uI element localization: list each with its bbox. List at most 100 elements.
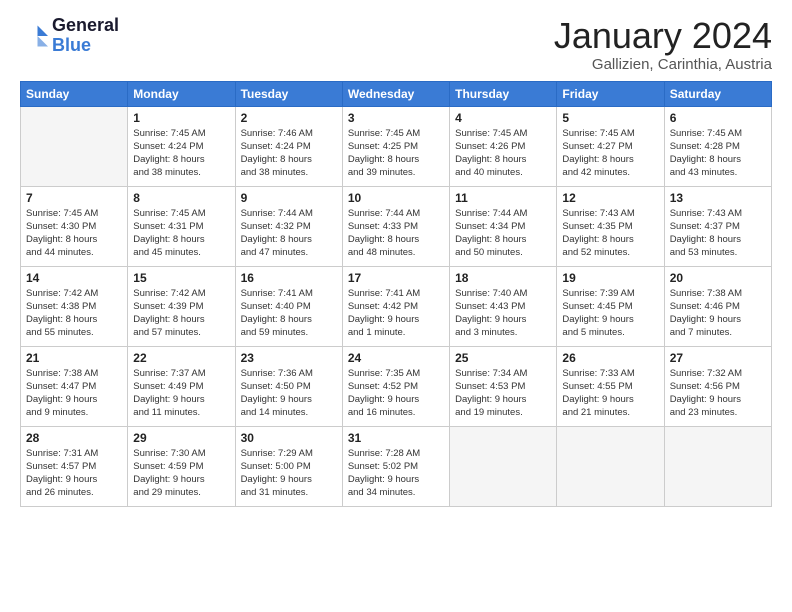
day-number: 15: [133, 271, 229, 285]
calendar-cell: 28Sunrise: 7:31 AM Sunset: 4:57 PM Dayli…: [21, 426, 128, 506]
day-info: Sunrise: 7:44 AM Sunset: 4:34 PM Dayligh…: [455, 207, 551, 260]
weekday-header: Saturday: [664, 81, 771, 106]
calendar-cell: 10 Sunrise: 7:44 AM Sunset: 4:33 PM Dayli…: [342, 186, 449, 266]
day-info: Sunrise: 7:41 AM Sunset: 4:40 PM Dayligh…: [241, 287, 337, 340]
calendar-cell: 7 Sunrise: 7:45 AM Sunset: 4:30 PM Daylig…: [21, 186, 128, 266]
calendar-week-row: 1 Sunrise: 7:45 AM Sunset: 4:24 PM Daylig…: [21, 106, 772, 186]
calendar-week-row: 14Sunrise: 7:42 AM Sunset: 4:38 PM Dayli…: [21, 266, 772, 346]
calendar-cell: 31 Sunrise: 7:28 AM Sunset: 5:02 PM Dayli…: [342, 426, 449, 506]
day-number: 4: [455, 111, 551, 125]
weekday-header: Wednesday: [342, 81, 449, 106]
day-number: 22: [133, 351, 229, 365]
day-info: Sunrise: 7:38 AM Sunset: 4:47 PM Dayligh…: [26, 367, 122, 420]
location-subtitle: Gallizien, Carinthia, Austria: [554, 56, 772, 73]
calendar-cell: 25 Sunrise: 7:34 AM Sunset: 4:53 PM Dayli…: [450, 346, 557, 426]
day-number: 2: [241, 111, 337, 125]
day-info: Sunrise: 7:37 AM Sunset: 4:49 PM Dayligh…: [133, 367, 229, 420]
day-number: 1: [133, 111, 229, 125]
calendar-cell: [664, 426, 771, 506]
calendar-cell: 11 Sunrise: 7:44 AM Sunset: 4:34 PM Dayli…: [450, 186, 557, 266]
calendar-cell: [21, 106, 128, 186]
day-info: Sunrise: 7:45 AM Sunset: 4:24 PM Dayligh…: [133, 127, 229, 180]
logo-text: General Blue: [52, 16, 119, 56]
day-info: Sunrise: 7:45 AM Sunset: 4:27 PM Dayligh…: [562, 127, 658, 180]
day-info: Sunrise: 7:45 AM Sunset: 4:26 PM Dayligh…: [455, 127, 551, 180]
day-info: Sunrise: 7:45 AM Sunset: 4:28 PM Dayligh…: [670, 127, 766, 180]
day-number: 11: [455, 191, 551, 205]
day-number: 31: [348, 431, 444, 445]
day-number: 16: [241, 271, 337, 285]
calendar-cell: 15 Sunrise: 7:42 AM Sunset: 4:39 PM Dayli…: [128, 266, 235, 346]
day-info: Sunrise: 7:41 AM Sunset: 4:42 PM Dayligh…: [348, 287, 444, 340]
day-number: 19: [562, 271, 658, 285]
day-number: 9: [241, 191, 337, 205]
title-block: January 2024 Gallizien, Carinthia, Austr…: [554, 16, 772, 73]
calendar-cell: 18Sunrise: 7:40 AM Sunset: 4:43 PM Dayli…: [450, 266, 557, 346]
calendar-cell: 30Sunrise: 7:29 AM Sunset: 5:00 PM Dayli…: [235, 426, 342, 506]
day-number: 20: [670, 271, 766, 285]
calendar-cell: 3Sunrise: 7:45 AM Sunset: 4:25 PM Daylig…: [342, 106, 449, 186]
calendar-cell: 22 Sunrise: 7:37 AM Sunset: 4:49 PM Dayli…: [128, 346, 235, 426]
logo: General Blue: [20, 16, 119, 56]
calendar-cell: 21 Sunrise: 7:38 AM Sunset: 4:47 PM Dayli…: [21, 346, 128, 426]
day-number: 17: [348, 271, 444, 285]
day-info: Sunrise: 7:43 AM Sunset: 4:37 PM Dayligh…: [670, 207, 766, 260]
day-number: 18: [455, 271, 551, 285]
day-info: Sunrise: 7:45 AM Sunset: 4:30 PM Dayligh…: [26, 207, 122, 260]
day-info: Sunrise: 7:34 AM Sunset: 4:53 PM Dayligh…: [455, 367, 551, 420]
calendar-cell: 4 Sunrise: 7:45 AM Sunset: 4:26 PM Daylig…: [450, 106, 557, 186]
day-number: 26: [562, 351, 658, 365]
day-info: Sunrise: 7:45 AM Sunset: 4:25 PM Dayligh…: [348, 127, 444, 180]
calendar-cell: 20 Sunrise: 7:38 AM Sunset: 4:46 PM Dayli…: [664, 266, 771, 346]
day-number: 12: [562, 191, 658, 205]
day-number: 8: [133, 191, 229, 205]
day-info: Sunrise: 7:42 AM Sunset: 4:38 PM Dayligh…: [26, 287, 122, 340]
calendar-cell: [450, 426, 557, 506]
day-info: Sunrise: 7:32 AM Sunset: 4:56 PM Dayligh…: [670, 367, 766, 420]
calendar-cell: 17 Sunrise: 7:41 AM Sunset: 4:42 PM Dayli…: [342, 266, 449, 346]
month-title: January 2024: [554, 16, 772, 56]
day-number: 13: [670, 191, 766, 205]
day-number: 5: [562, 111, 658, 125]
day-number: 23: [241, 351, 337, 365]
day-number: 28: [26, 431, 122, 445]
day-info: Sunrise: 7:29 AM Sunset: 5:00 PM Dayligh…: [241, 447, 337, 500]
calendar-cell: 2 Sunrise: 7:46 AM Sunset: 4:24 PM Daylig…: [235, 106, 342, 186]
day-info: Sunrise: 7:28 AM Sunset: 5:02 PM Dayligh…: [348, 447, 444, 500]
day-number: 7: [26, 191, 122, 205]
calendar-cell: 24Sunrise: 7:35 AM Sunset: 4:52 PM Dayli…: [342, 346, 449, 426]
day-info: Sunrise: 7:33 AM Sunset: 4:55 PM Dayligh…: [562, 367, 658, 420]
page-container: General Blue January 2024 Gallizien, Car…: [0, 0, 792, 517]
day-number: 27: [670, 351, 766, 365]
day-info: Sunrise: 7:42 AM Sunset: 4:39 PM Dayligh…: [133, 287, 229, 340]
calendar-cell: 8Sunrise: 7:45 AM Sunset: 4:31 PM Daylig…: [128, 186, 235, 266]
calendar-week-row: 7 Sunrise: 7:45 AM Sunset: 4:30 PM Daylig…: [21, 186, 772, 266]
day-info: Sunrise: 7:44 AM Sunset: 4:33 PM Dayligh…: [348, 207, 444, 260]
day-number: 29: [133, 431, 229, 445]
logo-icon: [20, 22, 48, 50]
day-info: Sunrise: 7:38 AM Sunset: 4:46 PM Dayligh…: [670, 287, 766, 340]
weekday-header: Thursday: [450, 81, 557, 106]
header: General Blue January 2024 Gallizien, Car…: [20, 16, 772, 73]
calendar-cell: 6 Sunrise: 7:45 AM Sunset: 4:28 PM Daylig…: [664, 106, 771, 186]
day-number: 21: [26, 351, 122, 365]
day-info: Sunrise: 7:43 AM Sunset: 4:35 PM Dayligh…: [562, 207, 658, 260]
calendar-cell: 26 Sunrise: 7:33 AM Sunset: 4:55 PM Dayli…: [557, 346, 664, 426]
day-number: 10: [348, 191, 444, 205]
day-info: Sunrise: 7:46 AM Sunset: 4:24 PM Dayligh…: [241, 127, 337, 180]
calendar-cell: 23 Sunrise: 7:36 AM Sunset: 4:50 PM Dayli…: [235, 346, 342, 426]
day-info: Sunrise: 7:44 AM Sunset: 4:32 PM Dayligh…: [241, 207, 337, 260]
weekday-header: Sunday: [21, 81, 128, 106]
weekday-header-row: SundayMondayTuesdayWednesdayThursdayFrid…: [21, 81, 772, 106]
calendar-week-row: 21 Sunrise: 7:38 AM Sunset: 4:47 PM Dayli…: [21, 346, 772, 426]
day-number: 24: [348, 351, 444, 365]
day-info: Sunrise: 7:36 AM Sunset: 4:50 PM Dayligh…: [241, 367, 337, 420]
calendar-cell: 29 Sunrise: 7:30 AM Sunset: 4:59 PM Dayli…: [128, 426, 235, 506]
day-number: 25: [455, 351, 551, 365]
day-number: 6: [670, 111, 766, 125]
weekday-header: Friday: [557, 81, 664, 106]
calendar-cell: 13 Sunrise: 7:43 AM Sunset: 4:37 PM Dayli…: [664, 186, 771, 266]
calendar-cell: 19 Sunrise: 7:39 AM Sunset: 4:45 PM Dayli…: [557, 266, 664, 346]
day-info: Sunrise: 7:39 AM Sunset: 4:45 PM Dayligh…: [562, 287, 658, 340]
day-info: Sunrise: 7:30 AM Sunset: 4:59 PM Dayligh…: [133, 447, 229, 500]
